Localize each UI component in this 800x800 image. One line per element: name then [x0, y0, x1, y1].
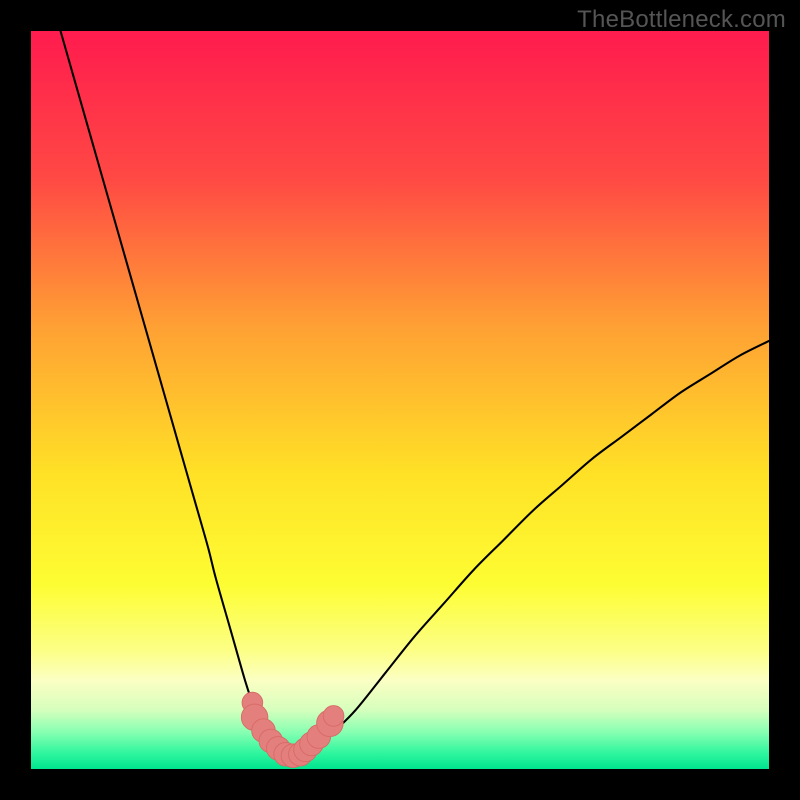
background-gradient — [31, 31, 769, 769]
chart-frame: TheBottleneck.com — [0, 0, 800, 800]
plot-area — [31, 31, 769, 769]
watermark-text: TheBottleneck.com — [577, 6, 786, 34]
